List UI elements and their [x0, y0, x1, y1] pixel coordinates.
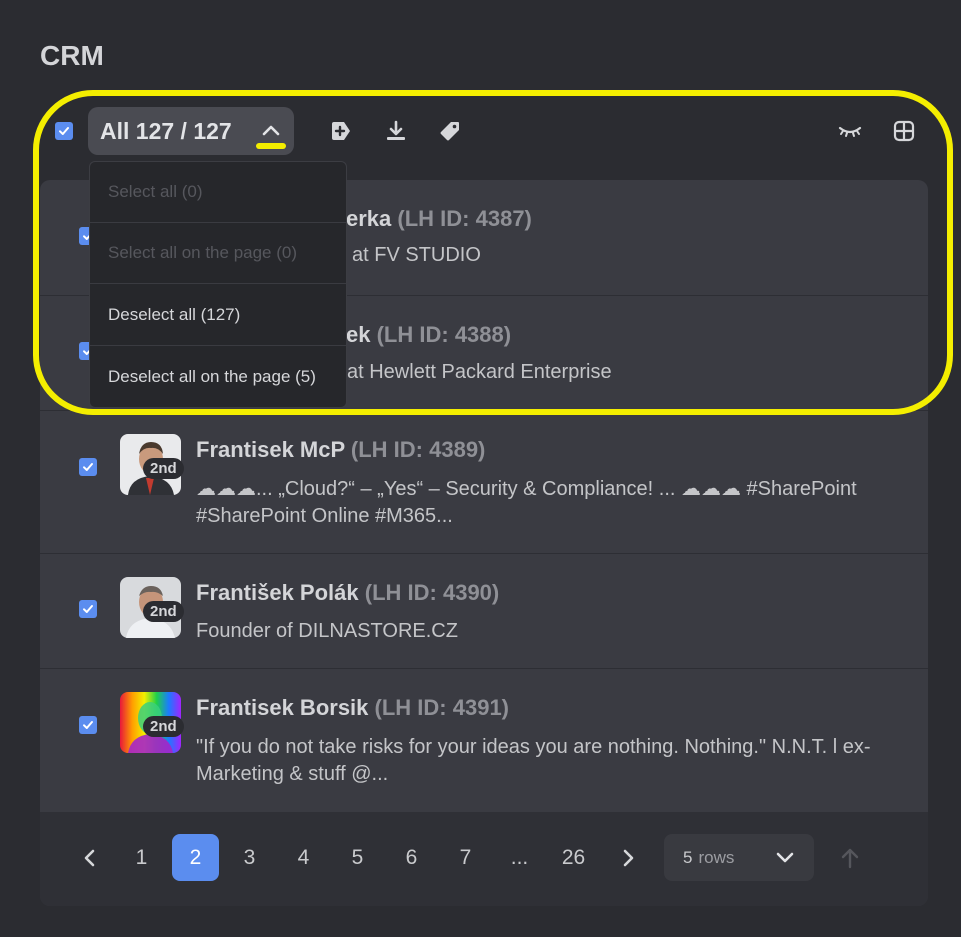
page-button-6[interactable]: 6 [388, 834, 435, 881]
tag-icon [440, 122, 459, 141]
page-title: CRM [40, 40, 104, 71]
chevron-left-icon [84, 849, 94, 866]
contact-headline: at Hewlett Packard Enterprise [347, 361, 612, 383]
menu-item-select-all[interactable]: Select all (0) [90, 162, 346, 223]
pagination: 1 2 3 4 5 6 7 ... 26 5 rows [40, 812, 928, 906]
checkmark-icon [83, 463, 93, 471]
hide-button[interactable] [837, 118, 863, 144]
contact-name[interactable]: František Polák (LH ID: 4390) [196, 580, 499, 606]
rows-per-page-value: 5 [683, 847, 693, 867]
selection-count-label: All 127 / 127 [100, 117, 232, 144]
grid-icon [893, 120, 915, 142]
page-button-26[interactable]: 26 [550, 834, 597, 881]
add-to-campaign-button[interactable] [328, 118, 354, 144]
page-button-4[interactable]: 4 [280, 834, 327, 881]
menu-item-deselect-all-on-page[interactable]: Deselect all on the page (5) [90, 346, 346, 407]
next-page-button[interactable] [604, 834, 651, 881]
download-button[interactable] [383, 118, 409, 144]
rows-per-page-select[interactable]: 5 rows [664, 834, 814, 881]
connection-degree-badge: 2nd [143, 716, 184, 737]
tag-button[interactable] [437, 118, 463, 144]
grid-view-button[interactable] [891, 118, 917, 144]
contact-headline: ☁☁☁... „Cloud?“ – „Yes“ – Security & Com… [196, 478, 857, 527]
connection-degree-badge: 2nd [143, 601, 184, 622]
lh-id: (LH ID: 4388) [376, 322, 512, 347]
previous-page-button[interactable] [66, 834, 113, 881]
contact-headline: at FV STUDIO [352, 244, 481, 266]
highlight-underline [256, 143, 286, 149]
table-row[interactable]: 2nd František Polák (LH ID: 4390) Founde… [40, 554, 928, 669]
table-row[interactable]: 2nd Frantisek McP (LH ID: 4389) ☁☁☁... „… [40, 411, 928, 554]
select-all-checkbox[interactable] [55, 122, 73, 140]
page-button-1[interactable]: 1 [118, 834, 165, 881]
contact-headline: "If you do not take risks for your ideas… [196, 736, 871, 785]
selection-dropdown-menu: Select all (0) Select all on the page (0… [89, 161, 347, 408]
chevron-up-icon [262, 125, 280, 136]
row-checkbox[interactable] [79, 600, 97, 618]
chevron-right-icon [623, 849, 633, 866]
page-ellipsis: ... [510, 845, 529, 869]
connection-degree-badge: 2nd [143, 458, 184, 479]
menu-item-deselect-all[interactable]: Deselect all (127) [90, 285, 346, 346]
rows-per-page-unit: rows [698, 847, 735, 867]
contact-name[interactable]: Frantisek McP (LH ID: 4389) [196, 437, 485, 463]
arrow-up-icon [841, 848, 858, 868]
lh-id: (LH ID: 4389) [350, 437, 486, 462]
row-checkbox[interactable] [79, 458, 97, 476]
table-row[interactable]: 2nd Frantisek Borsik (LH ID: 4391) "If y… [40, 669, 928, 812]
contact-headline: Founder of DILNASTORE.CZ [196, 620, 458, 642]
scroll-to-top-button[interactable] [826, 834, 873, 881]
page-button-7[interactable]: 7 [442, 834, 489, 881]
add-to-campaign-icon [332, 122, 350, 140]
contact-name[interactable]: Frantisek Borsik (LH ID: 4391) [196, 695, 509, 721]
lh-id: (LH ID: 4391) [374, 695, 510, 720]
page-button-2[interactable]: 2 [172, 834, 219, 881]
contact-name[interactable]: erka (LH ID: 4387) [346, 206, 532, 232]
toolbar: All 127 / 127 [40, 106, 928, 156]
page-button-5[interactable]: 5 [334, 834, 381, 881]
lh-id: (LH ID: 4387) [397, 206, 532, 231]
page-button-3[interactable]: 3 [226, 834, 273, 881]
row-checkbox[interactable] [79, 716, 97, 734]
chevron-down-icon [776, 852, 794, 863]
lh-id: (LH ID: 4390) [364, 580, 500, 605]
checkmark-icon [83, 605, 93, 613]
checkmark-icon [59, 127, 69, 135]
hide-icon [838, 126, 862, 137]
checkmark-icon [83, 721, 93, 729]
contact-name[interactable]: ek (LH ID: 4388) [346, 322, 511, 348]
menu-item-select-all-on-page[interactable]: Select all on the page (0) [90, 223, 346, 284]
download-icon [387, 120, 405, 140]
